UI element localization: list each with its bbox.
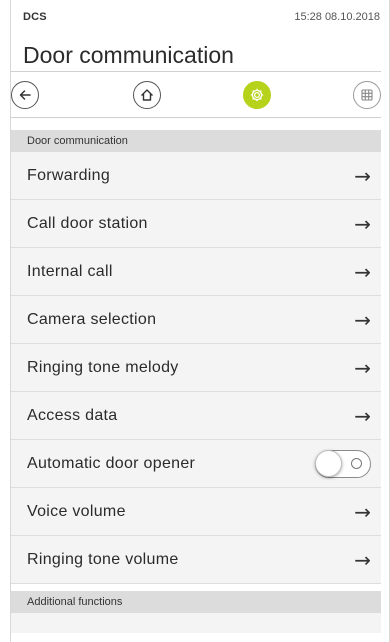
arrow-right-icon: →	[354, 211, 371, 236]
automatic-door-opener-toggle[interactable]	[315, 449, 371, 478]
list-item-voice-volume[interactable]: Voice volume →	[11, 488, 381, 536]
list-item-access-data[interactable]: Access data →	[11, 392, 381, 440]
list-continuation	[11, 613, 381, 633]
home-icon	[141, 89, 153, 101]
list-item-ringing-tone-volume[interactable]: Ringing tone volume →	[11, 536, 381, 584]
grid-icon	[361, 89, 373, 101]
grid-button[interactable]	[353, 81, 381, 109]
list-item-label: Camera selection	[27, 310, 157, 328]
list-item-call-door-station[interactable]: Call door station →	[11, 200, 381, 248]
arrow-right-icon: →	[354, 547, 371, 572]
list-item-label: Access data	[27, 406, 118, 424]
arrow-right-icon: →	[354, 403, 371, 428]
list-item-automatic-door-opener: Automatic door opener	[11, 440, 381, 488]
home-button[interactable]	[133, 81, 161, 109]
list-item-label: Voice volume	[27, 502, 126, 520]
list-item-ringing-tone-melody[interactable]: Ringing tone melody →	[11, 344, 381, 392]
list-item-label: Internal call	[27, 262, 113, 280]
clock-date: 15:28 08.10.2018	[294, 11, 380, 23]
list-item-label: Forwarding	[27, 166, 111, 184]
back-button[interactable]	[11, 81, 39, 109]
list-item-label: Automatic door opener	[27, 454, 196, 472]
toggle-off-icon	[351, 457, 362, 469]
section-header-additional-functions: Additional functions	[11, 591, 381, 613]
arrow-right-icon: →	[354, 355, 371, 380]
settings-list: Forwarding → Call door station → Interna…	[11, 152, 381, 584]
page-title: Door communication	[11, 30, 381, 72]
arrow-right-icon: →	[354, 163, 371, 188]
list-item-label: Ringing tone volume	[27, 550, 179, 568]
toggle-knob	[315, 449, 342, 477]
list-item-internal-call[interactable]: Internal call →	[11, 248, 381, 296]
back-arrow-icon	[19, 90, 31, 100]
arrow-right-icon: →	[354, 307, 371, 332]
settings-button[interactable]	[243, 81, 271, 109]
section-header-door-communication: Door communication	[11, 130, 381, 152]
app-name: DCS	[23, 11, 47, 23]
list-item-camera-selection[interactable]: Camera selection →	[11, 296, 381, 344]
list-item-label: Call door station	[27, 214, 148, 232]
navigation-toolbar	[11, 72, 381, 118]
arrow-right-icon: →	[354, 259, 371, 284]
status-bar: DCS 15:28 08.10.2018	[11, 0, 389, 30]
list-item-label: Ringing tone melody	[27, 358, 179, 376]
arrow-right-icon: →	[354, 499, 371, 524]
list-item-forwarding[interactable]: Forwarding →	[11, 152, 381, 200]
app-frame: DCS 15:28 08.10.2018 Door communication	[10, 0, 390, 642]
gear-icon	[250, 88, 264, 102]
